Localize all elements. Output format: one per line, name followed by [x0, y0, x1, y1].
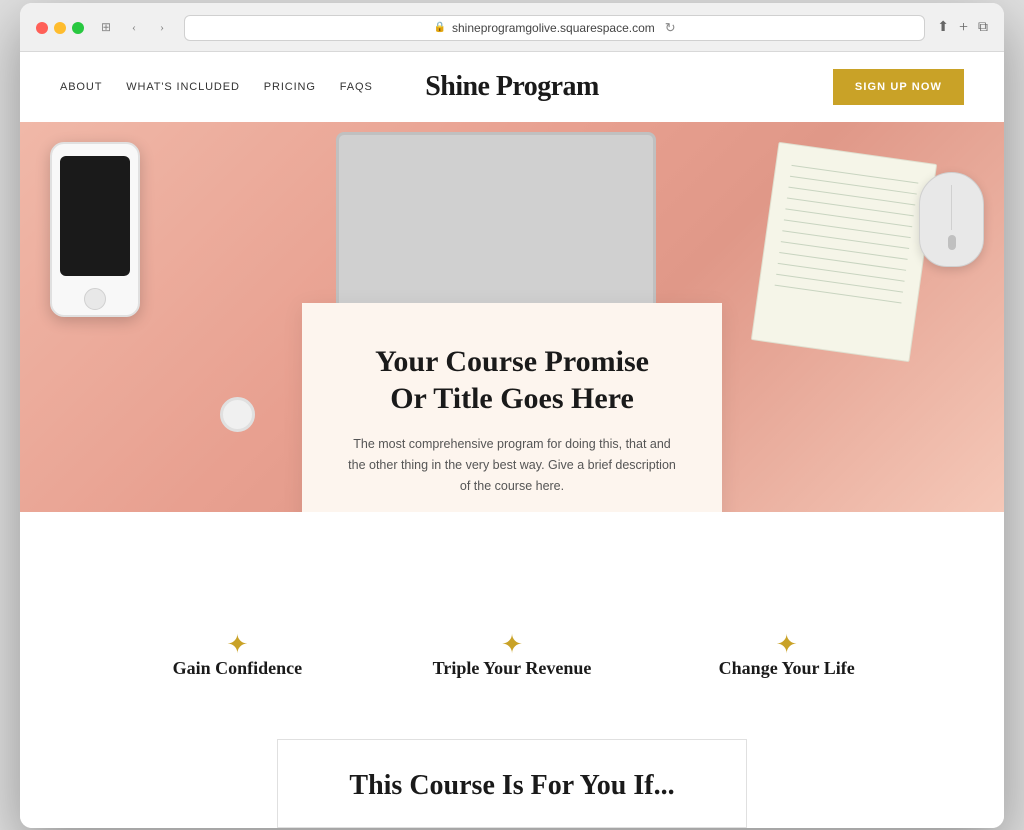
notebook-lines [756, 142, 936, 329]
share-icon[interactable]: ⬆ [937, 19, 949, 36]
nav-whats-included[interactable]: WHAT'S INCLUDED [126, 81, 240, 93]
mouse-scroll [948, 235, 956, 250]
nav-faqs[interactable]: FAQS [340, 81, 373, 93]
url-text: shineprogramgolive.squarespace.com [452, 21, 655, 35]
benefit-item-revenue: ✦ Triple Your Revenue [375, 632, 650, 679]
site-title: Shine Program [425, 71, 598, 103]
reload-icon: ↻ [665, 20, 676, 36]
notebook-line [776, 273, 903, 292]
browser-chrome: ⊞ ‹ › 🔒 shineprogramgolive.squarespace.c… [20, 3, 1004, 52]
benefit-title-life: Change Your Life [649, 658, 924, 679]
star-icon: ✦ [776, 632, 798, 658]
earphones [200, 352, 280, 432]
phone-screen [60, 156, 130, 276]
mouse-divider [951, 185, 952, 230]
new-tab-icon[interactable]: + [959, 19, 968, 37]
lock-icon: 🔒 [434, 22, 446, 33]
notebook-line [785, 208, 912, 227]
star-icon: ✦ [226, 632, 248, 658]
hero-card: Your Course PromiseOr Title Goes Here Th… [302, 303, 722, 512]
forward-icon[interactable]: › [152, 18, 172, 38]
browser-actions: ⬆ + ⧉ [937, 19, 988, 37]
laptop-screen [336, 132, 656, 307]
phone-mockup [50, 142, 140, 317]
nav-about[interactable]: ABOUT [60, 81, 102, 93]
notebook-line [781, 241, 908, 260]
earphone [220, 397, 255, 432]
hero-card-description: The most comprehensive program for doing… [347, 434, 677, 498]
notebook-line [775, 284, 902, 303]
minimize-button[interactable] [54, 22, 66, 34]
star-icon: ✦ [501, 632, 523, 658]
course-for-you-title: This Course Is For You If... [318, 770, 706, 802]
notebook-line [779, 252, 906, 271]
notebook-line [791, 164, 918, 183]
notebook-line [790, 175, 917, 194]
phone-home-button [84, 288, 106, 310]
navbar: ABOUT WHAT'S INCLUDED PRICING FAQS Shine… [20, 52, 1004, 122]
hero-card-title: Your Course PromiseOr Title Goes Here [347, 343, 677, 418]
notebook-line [787, 197, 914, 216]
laptop-mockup [336, 132, 656, 332]
benefits-section: ✦ Gain Confidence ✦ Triple Your Revenue … [20, 512, 1004, 719]
benefit-title-confidence: Gain Confidence [100, 658, 375, 679]
browser-controls: ⊞ ‹ › [96, 18, 172, 38]
close-button[interactable] [36, 22, 48, 34]
nav-pricing[interactable]: PRICING [264, 81, 316, 93]
browser-window: ⊞ ‹ › 🔒 shineprogramgolive.squarespace.c… [20, 3, 1004, 828]
notebook-line [784, 219, 911, 238]
sidebar-toggle-icon[interactable]: ⊞ [96, 18, 116, 38]
course-for-you-section: This Course Is For You If... [20, 719, 1004, 828]
fullscreen-button[interactable] [72, 22, 84, 34]
benefit-title-revenue: Triple Your Revenue [375, 658, 650, 679]
notebook-line [778, 262, 905, 281]
notebook-line [788, 186, 915, 205]
hero-section: Your Course PromiseOr Title Goes Here Th… [20, 122, 1004, 512]
page-content: ABOUT WHAT'S INCLUDED PRICING FAQS Shine… [20, 52, 1004, 828]
address-bar[interactable]: 🔒 shineprogramgolive.squarespace.com ↻ [184, 15, 925, 41]
notebook-line [782, 230, 909, 249]
signup-button[interactable]: SIGN UP NOW [833, 69, 964, 105]
benefit-item-life: ✦ Change Your Life [649, 632, 924, 679]
benefit-item-confidence: ✦ Gain Confidence [100, 632, 375, 679]
traffic-lights [36, 22, 84, 34]
mouse-mockup [919, 172, 984, 267]
nav-links: ABOUT WHAT'S INCLUDED PRICING FAQS [60, 81, 373, 93]
notebook [751, 141, 937, 361]
back-icon[interactable]: ‹ [124, 18, 144, 38]
tabs-icon[interactable]: ⧉ [978, 20, 988, 36]
course-for-you-card: This Course Is For You If... [277, 739, 747, 828]
